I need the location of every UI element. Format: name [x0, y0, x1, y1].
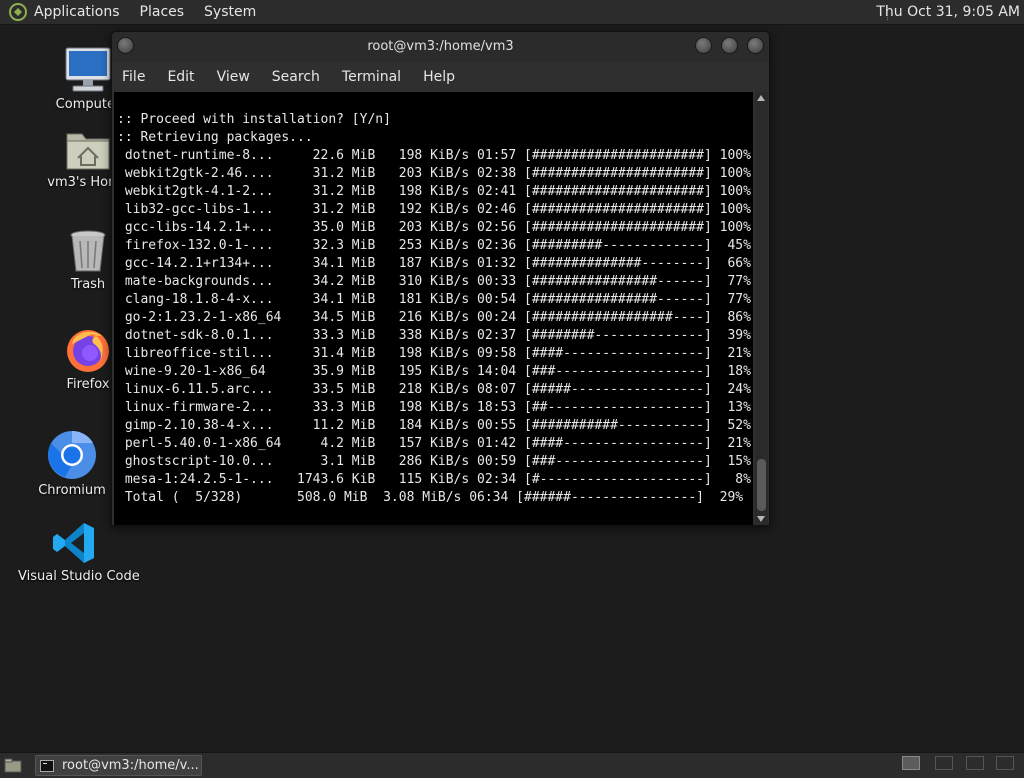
taskbar-button-label: root@vm3:/home/v...	[62, 758, 199, 773]
terminal-line: gcc-14.2.1+r134+... 34.1 MiB 187 KiB/s 0…	[117, 256, 751, 271]
scrollbar-thumb[interactable]	[757, 459, 766, 511]
terminal-line: dotnet-runtime-8... 22.6 MiB 198 KiB/s 0…	[117, 148, 751, 163]
applications-menu[interactable]: Applications	[34, 4, 120, 20]
terminal-icon	[40, 759, 54, 772]
workspace-3[interactable]	[966, 756, 984, 770]
system-menu[interactable]: System	[204, 4, 256, 20]
desktop-icon-label: Visual Studio Code	[18, 569, 140, 584]
minimize-button[interactable]	[695, 37, 712, 54]
close-button[interactable]	[747, 37, 764, 54]
top-panel: Applications Places System Thu Oct 31, 9…	[0, 0, 1024, 25]
home-folder-icon	[66, 133, 110, 170]
workspace-2[interactable]	[935, 756, 953, 770]
terminal-line: dotnet-sdk-8.0.1... 33.3 MiB 338 KiB/s 0…	[117, 328, 751, 343]
trash-icon	[70, 230, 106, 272]
places-menu[interactable]: Places	[140, 4, 185, 20]
bottom-panel: root@vm3:/home/v...	[0, 752, 1024, 778]
terminal-line: linux-firmware-2... 33.3 MiB 198 KiB/s 1…	[117, 400, 751, 415]
workspace-4[interactable]	[996, 756, 1014, 770]
terminal-line: mesa-1:24.2.5-1-... 1743.6 KiB 115 KiB/s…	[117, 472, 751, 487]
window-title: root@vm3:/home/vm3	[367, 39, 514, 54]
terminal-scrollbar[interactable]	[755, 92, 768, 525]
terminal-menubar: File Edit View Search Terminal Help	[112, 62, 769, 92]
window-titlebar[interactable]: root@vm3:/home/vm3	[112, 32, 769, 62]
terminal-window[interactable]: root@vm3:/home/vm3 File Edit View Search…	[111, 31, 770, 526]
terminal-line: lib32-gcc-libs-1... 31.2 MiB 192 KiB/s 0…	[117, 202, 751, 217]
workspace-1[interactable]	[902, 756, 920, 770]
menu-file[interactable]: File	[122, 69, 145, 85]
terminal-text: :: Proceed with installation? [Y/n]:: Re…	[117, 111, 751, 507]
taskbar-terminal-button[interactable]: root@vm3:/home/v...	[35, 755, 202, 776]
scroll-down-arrow-icon[interactable]	[757, 516, 765, 522]
terminal-line: firefox-132.0-1-... 32.3 MiB 253 KiB/s 0…	[117, 238, 751, 253]
terminal-line: go-2:1.23.2-1-x86_64 34.5 MiB 216 KiB/s …	[117, 310, 751, 325]
clock[interactable]: Thu Oct 31, 9:05 AM	[876, 4, 1020, 20]
terminal-line: webkit2gtk-4.1-2... 31.2 MiB 198 KiB/s 0…	[117, 184, 751, 199]
scroll-up-arrow-icon[interactable]	[757, 95, 765, 101]
menu-search[interactable]: Search	[272, 69, 320, 85]
terminal-line: Total ( 5/328) 508.0 MiB 3.08 MiB/s 06:3…	[117, 490, 744, 505]
chromium-icon	[48, 430, 96, 479]
terminal-line: webkit2gtk-2.46.... 31.2 MiB 203 KiB/s 0…	[117, 166, 751, 181]
terminal-line: gcc-libs-14.2.1+... 35.0 MiB 203 KiB/s 0…	[117, 220, 751, 235]
terminal-line: gimp-2.10.38-4-x... 11.2 MiB 184 KiB/s 0…	[117, 418, 751, 433]
firefox-icon	[67, 330, 109, 372]
terminal-line: ghostscript-10.0... 3.1 MiB 286 KiB/s 00…	[117, 454, 751, 469]
terminal-line: libreoffice-stil... 31.4 MiB 198 KiB/s 0…	[117, 346, 751, 361]
terminal-line: :: Proceed with installation? [Y/n]	[117, 112, 391, 127]
menu-terminal[interactable]: Terminal	[342, 69, 401, 85]
terminal-line: clang-18.1.8-4-x... 34.1 MiB 181 KiB/s 0…	[117, 292, 751, 307]
menu-view[interactable]: View	[217, 69, 250, 85]
desktop-icon-vscode[interactable]: Visual Studio Code	[18, 520, 140, 584]
show-desktop-icon[interactable]	[4, 758, 22, 773]
menu-edit[interactable]: Edit	[167, 69, 194, 85]
terminal-line: wine-9.20-1-x86_64 35.9 MiB 195 KiB/s 14…	[117, 364, 751, 379]
terminal-line: perl-5.40.0-1-x86_64 4.2 MiB 157 KiB/s 0…	[117, 436, 751, 451]
terminal-line: mate-backgrounds... 34.2 MiB 310 KiB/s 0…	[117, 274, 751, 289]
terminal-line: :: Retrieving packages...	[117, 130, 313, 145]
terminal-output[interactable]: :: Proceed with installation? [Y/n]:: Re…	[114, 92, 753, 525]
terminal-line: linux-6.11.5.arc... 33.5 MiB 218 KiB/s 0…	[117, 382, 751, 397]
vscode-icon	[53, 523, 94, 563]
maximize-button[interactable]	[721, 37, 738, 54]
menu-help[interactable]: Help	[423, 69, 455, 85]
applications-menu-icon[interactable]	[8, 2, 28, 22]
computer-icon	[65, 47, 111, 92]
